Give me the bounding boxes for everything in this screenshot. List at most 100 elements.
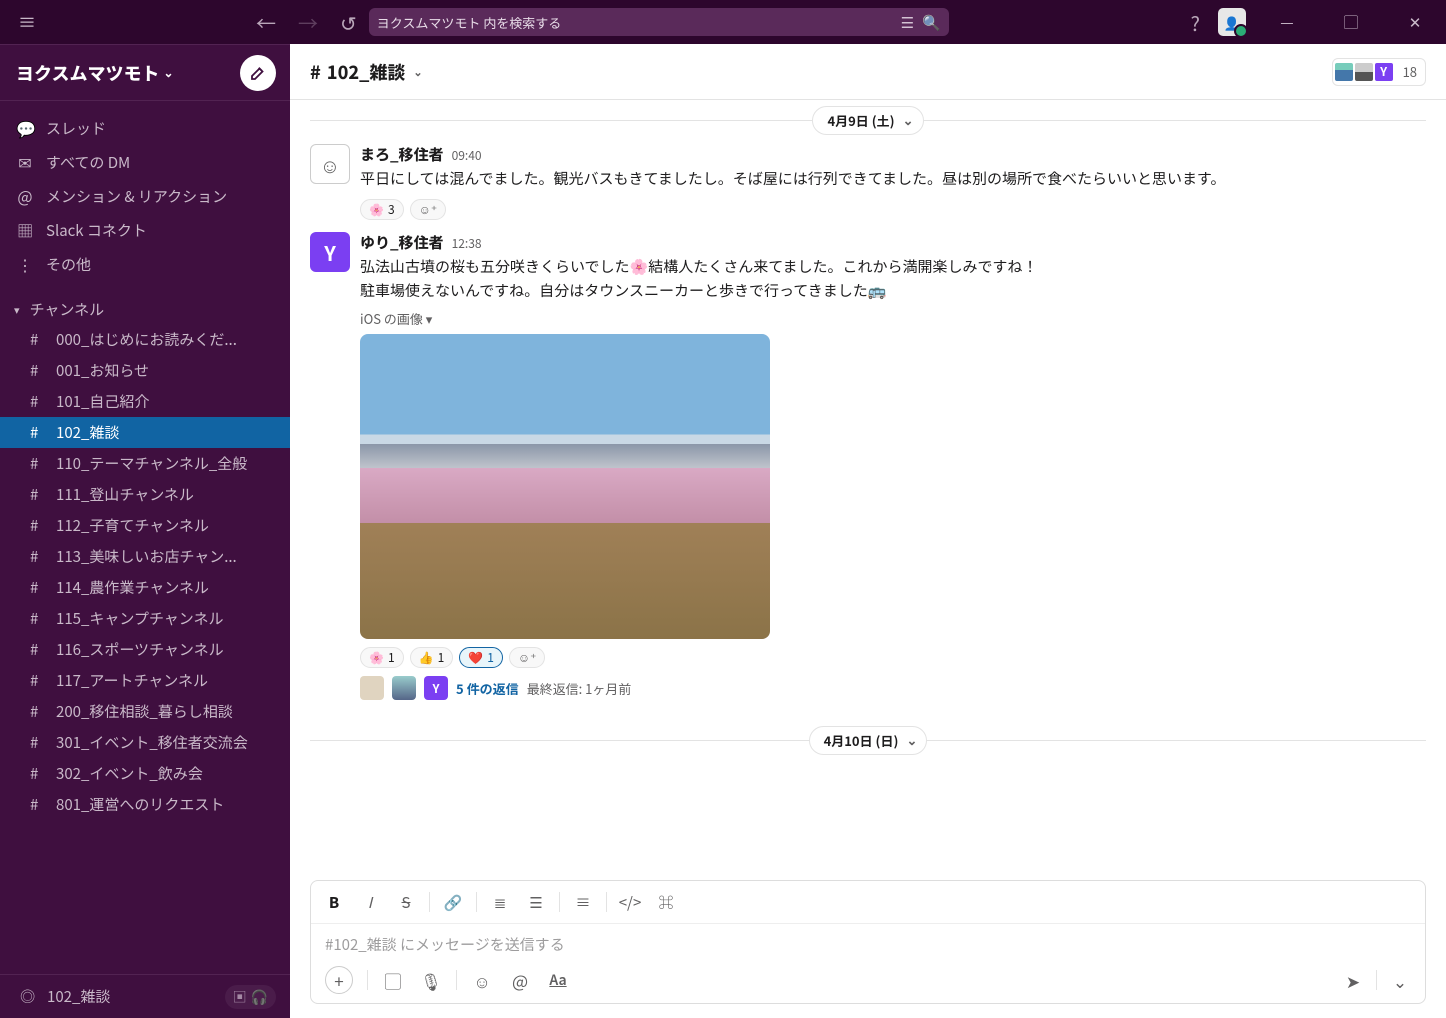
channel-label: 301_イベント_移住者交流会	[56, 732, 248, 753]
sidebar-threads[interactable]: 💬スレッド	[0, 111, 290, 145]
format-ul[interactable]: ☰	[519, 887, 553, 917]
channel-label: 113_美味しいお店チャン...	[56, 546, 237, 567]
sidebar-channel[interactable]: #200_移住相談_暮らし相談	[0, 696, 290, 727]
chevron-down-icon: ⌄	[413, 64, 422, 80]
sidebar-channel[interactable]: #115_キャンプチャンネル	[0, 603, 290, 634]
attachment-image[interactable]	[360, 334, 770, 639]
sidebar-channel[interactable]: #000_はじめにお読みくだ...	[0, 324, 290, 355]
sidebar-channel[interactable]: #111_登山チャンネル	[0, 479, 290, 510]
mic-icon[interactable]: 🎙	[414, 965, 448, 995]
mention-icon[interactable]: @	[503, 965, 537, 995]
channel-label: 115_キャンプチャンネル	[56, 608, 223, 629]
hash-icon: #	[30, 639, 46, 660]
help-icon[interactable]: ?	[1191, 8, 1200, 37]
channels-section-header[interactable]: ▾ チャンネル	[0, 281, 290, 324]
more-icon: ⋮	[16, 252, 34, 276]
hash-icon: #	[30, 763, 46, 784]
hamburger-icon[interactable]: ≡	[18, 9, 36, 35]
message-avatar[interactable]: Y	[310, 232, 350, 272]
hash-icon: #	[30, 670, 46, 691]
sidebar-channel[interactable]: #001_お知らせ	[0, 355, 290, 386]
format-bold[interactable]: B	[317, 887, 351, 917]
connect-icon: ▦	[16, 218, 34, 242]
message-username[interactable]: ゆり_移住者	[360, 232, 444, 253]
format-italic[interactable]: I	[353, 887, 387, 917]
sidebar-channel[interactable]: #301_イベント_移住者交流会	[0, 727, 290, 758]
hash-icon: #	[30, 546, 46, 567]
hash-icon: #	[30, 515, 46, 536]
date-jump-button[interactable]: 4月10日 (日)	[809, 726, 928, 755]
member-avatar	[1333, 61, 1355, 83]
sidebar: ヨクスムマツモト ⌄ 💬スレッド ✉︎すべての DM @メンション & リアクシ…	[0, 44, 290, 1018]
format-link[interactable]: 🔗	[436, 887, 470, 917]
composer-input[interactable]: #102_雑談 にメッセージを送信する	[311, 924, 1425, 961]
sidebar-channel[interactable]: #801_運営へのリクエスト	[0, 789, 290, 820]
sidebar-mentions[interactable]: @メンション & リアクション	[0, 179, 290, 213]
sidebar-channel[interactable]: #302_イベント_飲み会	[0, 758, 290, 789]
window-close[interactable]: ✕	[1392, 8, 1438, 36]
nav-back-icon[interactable]: ←	[256, 8, 276, 37]
search-icon[interactable]: 🔍	[922, 12, 941, 33]
message: ☺ まろ_移住者 09:40 平日にしては混んでました。観光バスもきてましたし。…	[310, 140, 1426, 228]
reaction[interactable]: 🌸 3	[360, 199, 404, 220]
format-codeblock[interactable]: ⌘	[649, 887, 683, 917]
format-quote[interactable]: ≡	[566, 887, 600, 917]
sidebar-channel[interactable]: #110_テーマチャンネル_全般	[0, 448, 290, 479]
add-reaction-button[interactable]: ☺⁺	[410, 199, 447, 220]
reaction[interactable]: 👍 1	[410, 647, 454, 668]
thread-replies-link[interactable]: 5 件の返信	[456, 679, 519, 698]
message-timestamp[interactable]: 09:40	[452, 147, 482, 164]
nav-forward-icon[interactable]: →	[298, 8, 318, 37]
member-avatar: Y	[1373, 61, 1395, 83]
format-ol[interactable]: ≣	[483, 887, 517, 917]
user-avatar[interactable]: 👤	[1218, 8, 1246, 36]
compose-button[interactable]	[240, 55, 276, 91]
broadcast-icon[interactable]: ◎	[20, 986, 35, 1007]
message-username[interactable]: まろ_移住者	[360, 144, 444, 165]
channel-label: 114_農作業チャンネル	[56, 577, 209, 598]
format-code[interactable]: </>	[613, 887, 647, 917]
channel-title-button[interactable]: # 102_雑談 ⌄	[310, 59, 423, 85]
search-placeholder: ヨクスムマツモト 内を検索する	[377, 13, 893, 32]
filter-icon[interactable]: ☰	[901, 12, 914, 33]
sidebar-channel[interactable]: #116_スポーツチャンネル	[0, 634, 290, 665]
add-reaction-button[interactable]: ☺⁺	[509, 647, 546, 668]
attachment-label[interactable]: iOS の画像 ▾	[360, 309, 1426, 328]
sidebar-more[interactable]: ⋮その他	[0, 247, 290, 281]
format-toggle[interactable]: Aa	[541, 965, 575, 995]
reaction[interactable]: ❤️ 1	[459, 647, 503, 668]
sidebar-channel[interactable]: #102_雑談	[0, 417, 290, 448]
sidebar-dms[interactable]: ✉︎すべての DM	[0, 145, 290, 179]
attach-button[interactable]: +	[325, 966, 353, 994]
message-avatar[interactable]: ☺	[310, 144, 350, 184]
emoji-icon[interactable]: ☺	[465, 965, 499, 995]
footer-channel[interactable]: 102_雑談	[47, 986, 110, 1007]
member-count-button[interactable]: Y 18	[1332, 58, 1426, 86]
search-input[interactable]: ヨクスムマツモト 内を検索する ☰ 🔍	[369, 8, 949, 36]
message-timestamp[interactable]: 12:38	[452, 235, 482, 252]
date-jump-button[interactable]: 4月9日 (土)	[812, 106, 923, 135]
reaction[interactable]: 🌸 1	[360, 647, 404, 668]
window-maximize[interactable]: ▢	[1328, 8, 1374, 36]
window-minimize[interactable]: —	[1264, 8, 1310, 36]
member-count: 18	[1403, 62, 1417, 81]
thread-last-reply: 最終返信: 1ヶ月前	[527, 679, 632, 698]
send-button[interactable]: ➤	[1336, 965, 1370, 995]
sidebar-channel[interactable]: #101_自己紹介	[0, 386, 290, 417]
send-options[interactable]: ⌄	[1383, 965, 1417, 995]
workspace-switcher[interactable]: ヨクスムマツモト ⌄	[16, 60, 174, 86]
history-icon[interactable]: ↺	[340, 8, 357, 37]
thread-summary[interactable]: Y 5 件の返信 最終返信: 1ヶ月前	[360, 676, 1426, 700]
camera-icon[interactable]: ▣	[233, 987, 247, 1007]
sidebar-channel[interactable]: #112_子育てチャンネル	[0, 510, 290, 541]
sidebar-channel[interactable]: #113_美味しいお店チャン...	[0, 541, 290, 572]
sidebar-channel[interactable]: #114_農作業チャンネル	[0, 572, 290, 603]
thread-avatar	[392, 676, 416, 700]
sidebar-channel[interactable]: #117_アートチャンネル	[0, 665, 290, 696]
format-strike[interactable]: S	[389, 887, 423, 917]
video-icon[interactable]: ▢	[376, 965, 410, 995]
hash-icon: #	[30, 329, 46, 350]
headphones-icon[interactable]: 🎧	[251, 987, 268, 1007]
sidebar-connect[interactable]: ▦Slack コネクト	[0, 213, 290, 247]
channel-label: 117_アートチャンネル	[56, 670, 208, 691]
